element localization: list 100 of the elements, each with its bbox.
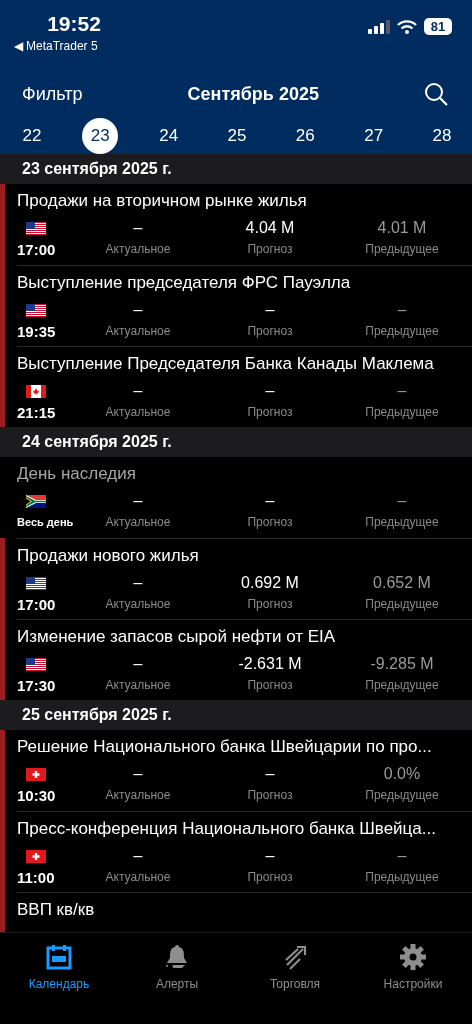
event-time: 21:15 bbox=[17, 403, 57, 421]
battery-level: 81 bbox=[424, 18, 452, 35]
actual-label: Актуальное bbox=[105, 678, 171, 692]
event-title: Продажи на вторичном рынке жилья bbox=[17, 191, 308, 211]
forecast-value: – bbox=[265, 382, 275, 400]
filter-button[interactable]: Фильтр bbox=[22, 83, 83, 105]
event-row[interactable]: Продажи нового жилья – 0.692 M 0.652 M 17:00 Актуальное Прогноз Предыдущее bbox=[0, 538, 472, 619]
previous-label: Предыдущее bbox=[365, 597, 439, 611]
event-time: 10:30 bbox=[17, 786, 57, 804]
actual-label: Актуальное bbox=[105, 324, 171, 338]
actual-label: Актуальное bbox=[105, 515, 171, 529]
date-header: 25 сентября 2025 г. bbox=[0, 700, 472, 730]
forecast-value: – bbox=[265, 492, 275, 510]
previous-value: 0.652 M bbox=[373, 574, 431, 592]
actual-value: – bbox=[133, 574, 143, 592]
actual-label: Актуальное bbox=[105, 870, 171, 884]
actual-value: – bbox=[133, 655, 143, 673]
day-tab[interactable]: 28 bbox=[423, 118, 460, 154]
previous-label: Предыдущее bbox=[365, 788, 439, 802]
previous-value: 4.01 M bbox=[377, 219, 427, 237]
actual-label: Актуальное bbox=[105, 405, 171, 419]
event-time: 11:00 bbox=[17, 868, 56, 886]
event-title: ВВП кв/кв bbox=[17, 900, 96, 920]
day-tab[interactable]: 23 bbox=[82, 118, 119, 154]
event-time: 17:30 bbox=[17, 676, 57, 694]
back-app-link[interactable]: MetaTrader 5 bbox=[26, 39, 98, 53]
event-title: Пресс-конференция Национального банка Швейца... bbox=[17, 819, 437, 839]
month-title: Сентябрь 2025 bbox=[187, 83, 319, 105]
calendar-icon bbox=[45, 943, 73, 971]
previous-value: 0.0% bbox=[383, 765, 421, 783]
swiss-flag-icon bbox=[26, 849, 46, 863]
previous-value: – bbox=[397, 301, 407, 319]
actual-value: – bbox=[133, 219, 143, 237]
forecast-value: – bbox=[265, 765, 275, 783]
date-header: 23 сентября 2025 г. bbox=[0, 154, 472, 184]
tab-bar-item[interactable]: Торговля bbox=[245, 943, 345, 991]
forecast-label: Прогноз bbox=[247, 597, 293, 611]
previous-label: Предыдущее bbox=[365, 324, 439, 338]
day-tab[interactable]: 26 bbox=[287, 118, 324, 154]
actual-value: – bbox=[133, 765, 143, 783]
event-time: 17:00 bbox=[17, 240, 57, 258]
signal-icon bbox=[368, 19, 390, 34]
day-tab[interactable]: 22 bbox=[14, 118, 50, 154]
date-header: 24 сентября 2025 г. bbox=[0, 427, 472, 457]
forecast-value: – bbox=[265, 847, 275, 865]
event-row[interactable]: Решение Национального банка Швейцарии по про... – – 0.0% 10:30 Актуальное Прогноз Предыдущее bbox=[0, 730, 472, 811]
previous-value: – bbox=[397, 847, 407, 865]
previous-label: Предыдущее bbox=[365, 870, 439, 884]
actual-label: Актуальное bbox=[105, 788, 171, 802]
wifi-icon bbox=[397, 19, 417, 34]
forecast-value: -2.631 M bbox=[238, 655, 302, 673]
actual-label: Актуальное bbox=[105, 242, 171, 256]
canada-flag-icon bbox=[26, 384, 46, 398]
tab-bar-item[interactable]: Алерты bbox=[127, 943, 227, 991]
us-flag-icon bbox=[26, 303, 46, 317]
actual-value: – bbox=[133, 492, 143, 510]
event-time: 17:00 bbox=[17, 595, 57, 613]
forecast-label: Прогноз bbox=[247, 678, 293, 692]
us-flag-icon bbox=[26, 221, 46, 235]
tab-bar-item[interactable]: Настройки bbox=[363, 943, 463, 991]
forecast-label: Прогноз bbox=[247, 788, 293, 802]
previous-label: Предыдущее bbox=[365, 405, 439, 419]
forecast-value: 0.692 M bbox=[241, 574, 299, 592]
forecast-value: – bbox=[265, 301, 275, 319]
day-tab[interactable]: 25 bbox=[219, 118, 255, 154]
event-title: Выступление Председателя Банка Канады Маклема bbox=[17, 354, 435, 374]
tab-bar-item[interactable]: Календарь bbox=[9, 943, 109, 991]
day-tab[interactable]: 27 bbox=[355, 118, 392, 154]
previous-value: – bbox=[397, 492, 407, 510]
event-time: Весь день bbox=[17, 516, 72, 528]
event-title: Продажи нового жилья bbox=[17, 546, 200, 566]
event-title: День наследия bbox=[17, 464, 137, 484]
swiss-flag-icon bbox=[26, 767, 46, 781]
forecast-label: Прогноз bbox=[247, 324, 293, 338]
south-africa-flag-icon bbox=[26, 494, 46, 508]
event-row[interactable]: Выступление председателя ФРС Пауэлла – – – 19:35 Актуальное Прогноз Предыдущее bbox=[0, 265, 472, 346]
event-title: Изменение запасов сырой нефти от EIA bbox=[17, 627, 337, 647]
us-flag-icon bbox=[26, 576, 46, 590]
day-tab[interactable]: 24 bbox=[150, 118, 187, 154]
event-row[interactable]: День наследия – – – Весь день Актуальное Прогноз Предыдущее bbox=[0, 457, 472, 538]
status-time: 19:52 bbox=[47, 12, 101, 36]
previous-value: – bbox=[397, 382, 407, 400]
actual-value: – bbox=[133, 847, 143, 865]
actual-value: – bbox=[133, 301, 143, 319]
event-title: Выступление председателя ФРС Пауэлла bbox=[17, 273, 352, 293]
back-arrow-icon[interactable]: ◀ bbox=[14, 39, 23, 53]
search-icon[interactable] bbox=[424, 82, 448, 107]
event-row[interactable]: Пресс-конференция Национального банка Швейца... – – – 11:00 Актуальное Прогноз Предыдущее bbox=[0, 811, 472, 892]
us-flag-icon bbox=[26, 657, 46, 671]
actual-label: Актуальное bbox=[105, 597, 171, 611]
actual-value: – bbox=[133, 382, 143, 400]
settings-icon bbox=[399, 943, 427, 971]
previous-label: Предыдущее bbox=[365, 678, 439, 692]
event-title: Решение Национального банка Швейцарии по про... bbox=[17, 737, 433, 757]
previous-label: Предыдущее bbox=[365, 242, 439, 256]
forecast-label: Прогноз bbox=[247, 515, 293, 529]
forecast-label: Прогноз bbox=[247, 405, 293, 419]
forecast-label: Прогноз bbox=[247, 242, 293, 256]
previous-value: -9.285 M bbox=[370, 655, 434, 673]
event-row[interactable]: Продажи на вторичном рынке жилья – 4.04 M 4.01 M 17:00 Актуальное Прогноз Предыдущее bbox=[0, 184, 472, 265]
